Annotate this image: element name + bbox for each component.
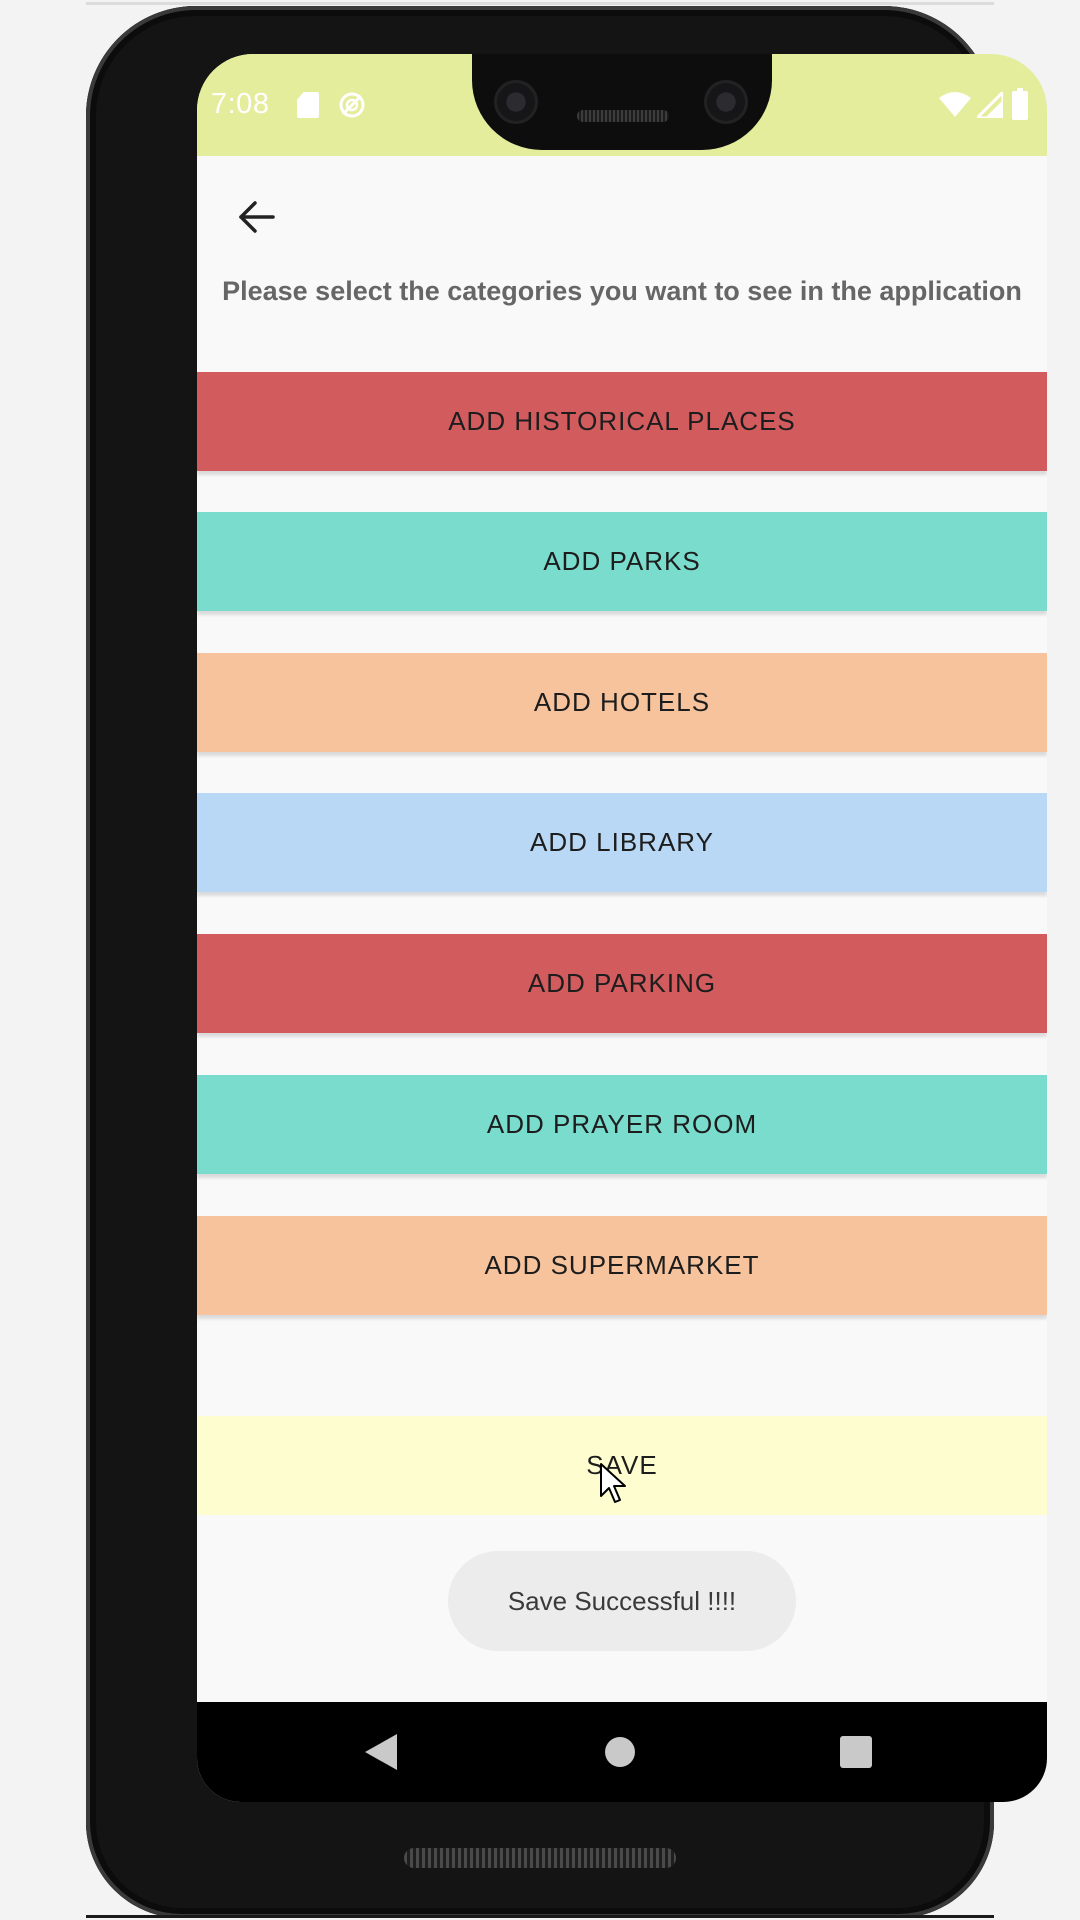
- add-historical-places-button[interactable]: ADD HISTORICAL PLACES: [197, 372, 1047, 471]
- camera-notch: [472, 54, 772, 150]
- add-supermarket-button[interactable]: ADD SUPERMARKET: [197, 1216, 1047, 1315]
- earpiece-speaker: [577, 110, 669, 122]
- battery-icon: [1012, 88, 1028, 120]
- nav-back-icon[interactable]: [365, 1734, 397, 1770]
- status-bar: 7:08: [197, 54, 1047, 156]
- wifi-icon: [939, 92, 971, 117]
- nav-recents-icon[interactable]: [840, 1736, 872, 1768]
- add-prayer-room-button[interactable]: ADD PRAYER ROOM: [197, 1075, 1047, 1174]
- signal-icon: [977, 92, 1003, 118]
- front-sensor-icon: [704, 80, 748, 124]
- bottom-speaker-grille: [404, 1848, 676, 1868]
- status-time: 7:08: [211, 88, 270, 120]
- page-bottom-divider: [86, 1915, 994, 1918]
- phone-frame: 7:08 Please select the categories you wa…: [86, 6, 1047, 1918]
- page-top-divider: [86, 2, 994, 5]
- add-parks-button[interactable]: ADD PARKS: [197, 512, 1047, 611]
- add-hotels-button[interactable]: ADD HOTELS: [197, 653, 1047, 752]
- front-camera-icon: [494, 80, 538, 124]
- app-screen: 7:08 Please select the categories you wa…: [197, 54, 1047, 1802]
- navigation-bar: [197, 1702, 1047, 1802]
- nav-home-icon[interactable]: [605, 1737, 635, 1767]
- save-success-toast: Save Successful !!!!: [448, 1551, 796, 1651]
- back-arrow-icon[interactable]: [235, 196, 277, 238]
- mouse-pointer-icon: [600, 1463, 626, 1503]
- add-parking-button[interactable]: ADD PARKING: [197, 934, 1047, 1033]
- instruction-text: Please select the categories you want to…: [222, 276, 1022, 306]
- sync-icon: [339, 92, 365, 118]
- add-library-button[interactable]: ADD LIBRARY: [197, 793, 1047, 892]
- sd-card-icon: [297, 92, 319, 118]
